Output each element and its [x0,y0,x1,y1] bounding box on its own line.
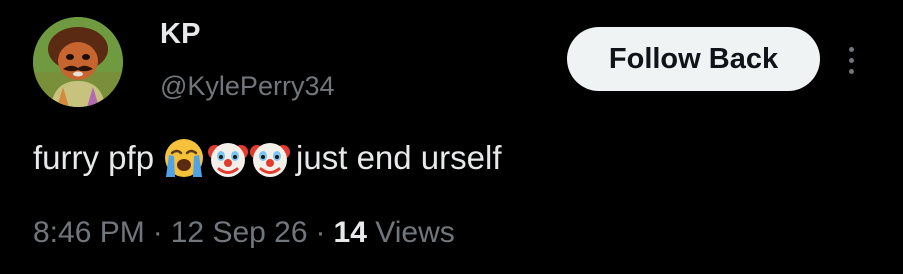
user-handle[interactable]: @KylePerry34 [160,71,334,102]
avatar[interactable] [33,17,123,107]
clown-face-emoji [250,143,291,177]
emoji-row [162,136,291,180]
tweet-text-before: furry pfp [33,139,155,176]
tweet-text-after: just end urself [296,139,502,176]
views-count[interactable]: 14 [334,216,367,249]
more-options-icon[interactable] [836,38,866,82]
tweet-text: furry pfp just end urself [33,136,502,180]
tweet-time[interactable]: 8:46 PM [33,216,145,249]
loudly-crying-face-emoji [165,139,204,177]
follow-back-button[interactable]: Follow Back [567,27,820,91]
tweet-meta: 8:46 PM · 12 Sep 26 · 14 Views [33,216,455,250]
avatar-image [33,17,123,107]
meta-separator: · [315,216,326,249]
views-label[interactable]: Views [375,216,454,249]
meta-separator: · [152,216,163,249]
clown-face-emoji [208,143,249,177]
display-name[interactable]: KP [160,18,201,51]
tweet-date[interactable]: 12 Sep 26 [171,216,308,249]
